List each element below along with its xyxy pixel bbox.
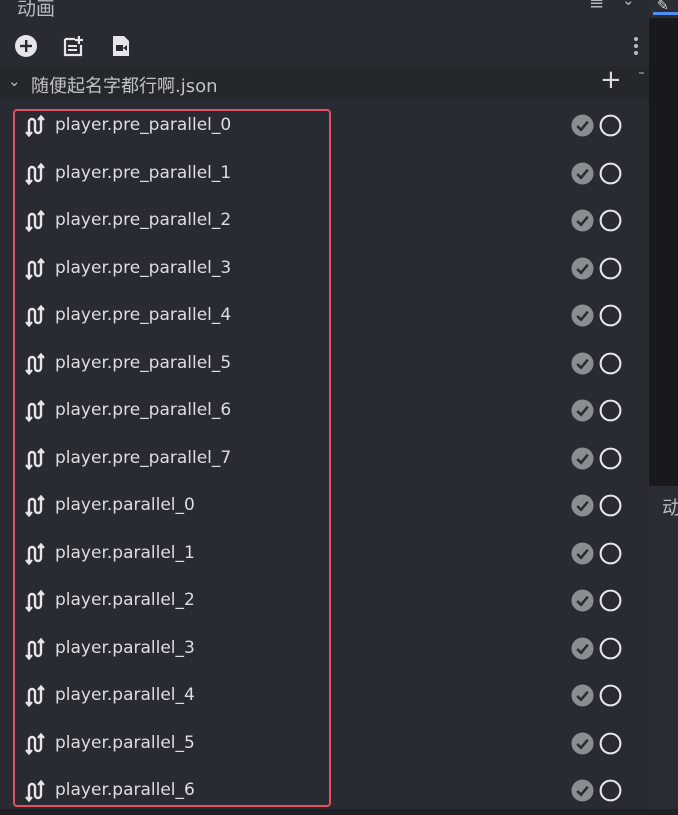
scrollbar[interactable]: [639, 72, 644, 77]
empty-circle-icon[interactable]: [599, 589, 622, 612]
empty-circle-icon[interactable]: [599, 637, 622, 660]
animation-label: player.pre_parallel_7: [55, 447, 232, 468]
animation-label: player.parallel_3: [55, 637, 195, 658]
animation-label: player.parallel_0: [55, 495, 195, 515]
empty-circle-icon[interactable]: [599, 304, 622, 327]
animation-row[interactable]: player.parallel_0: [0, 483, 649, 530]
animation-label: player.parallel_2: [55, 590, 195, 610]
animation-row[interactable]: player.pre_parallel_6: [0, 388, 649, 435]
viewport-area: [649, 18, 678, 486]
check-circle-icon[interactable]: [571, 779, 594, 802]
animation-clip-icon: [25, 542, 45, 565]
empty-circle-icon[interactable]: [599, 779, 622, 802]
check-circle-icon[interactable]: [571, 494, 594, 517]
check-circle-icon[interactable]: [571, 304, 594, 327]
animation-clip-icon: [25, 494, 45, 518]
empty-circle-icon[interactable]: [599, 732, 622, 755]
animation-row[interactable]: player.pre_parallel_0: [0, 103, 649, 150]
check-circle-icon[interactable]: [571, 114, 594, 137]
check-circle-icon[interactable]: [571, 684, 594, 707]
check-circle-icon[interactable]: [571, 589, 594, 612]
check-circle-icon[interactable]: [571, 446, 594, 470]
check-circle-icon[interactable]: [571, 541, 594, 565]
file-name: 随便起名字都行啊.json: [31, 76, 218, 97]
empty-circle-icon[interactable]: [599, 494, 622, 517]
animation-row[interactable]: player.parallel_4: [0, 673, 649, 720]
panel-title: 动画: [17, 0, 56, 20]
empty-circle-icon[interactable]: [599, 209, 622, 232]
brush-icon[interactable]: ✎: [657, 0, 669, 14]
animation-clip-icon: [25, 447, 45, 470]
toolbar: [0, 28, 649, 66]
animation-row[interactable]: player.parallel_2: [0, 578, 649, 625]
chevron-down-icon[interactable]: ⌄: [622, 0, 635, 9]
animation-label: player.parallel_4: [55, 685, 195, 705]
animation-row[interactable]: player.pre_parallel_1: [0, 151, 649, 198]
animation-row[interactable]: player.parallel_1: [0, 531, 649, 578]
video-file-icon[interactable]: [109, 34, 133, 58]
animation-label: player.pre_parallel_3: [55, 257, 232, 278]
animation-label: player.parallel_1: [55, 542, 195, 563]
new-document-icon[interactable]: [61, 34, 85, 58]
animation-clip-icon: [25, 589, 45, 613]
empty-circle-icon[interactable]: [599, 399, 622, 422]
animation-clip-icon: [25, 114, 45, 138]
add-circle-icon[interactable]: [14, 34, 38, 58]
empty-circle-icon[interactable]: [599, 352, 622, 375]
add-animation-button[interactable]: +: [600, 65, 622, 95]
animation-row[interactable]: player.pre_parallel_5: [0, 341, 649, 388]
check-circle-icon[interactable]: [571, 399, 594, 422]
menu-icon[interactable]: ≡: [589, 0, 604, 14]
side-panel-label: 动: [662, 497, 678, 519]
animation-label: player.pre_parallel_0: [55, 115, 232, 135]
check-circle-icon[interactable]: [571, 256, 594, 280]
animation-clip-icon: [25, 732, 45, 755]
animation-row[interactable]: player.parallel_3: [0, 626, 649, 673]
animation-row[interactable]: player.pre_parallel_4: [0, 293, 649, 340]
animation-clip-icon: [25, 162, 45, 185]
animation-clip-icon: [25, 779, 45, 803]
check-circle-icon[interactable]: [571, 636, 594, 660]
animation-label: player.pre_parallel_6: [55, 400, 232, 420]
animation-panel: 动画 ≡ ⌄ ⌄ 随便起名字都行啊.json + player.pre_para…: [0, 0, 649, 809]
animation-label: player.pre_parallel_5: [55, 352, 232, 373]
empty-circle-icon[interactable]: [599, 447, 622, 470]
animation-label: player.pre_parallel_2: [55, 210, 232, 230]
empty-circle-icon[interactable]: [599, 162, 622, 185]
animation-clip-icon: [25, 257, 45, 280]
empty-circle-icon[interactable]: [599, 257, 622, 280]
more-vertical-icon[interactable]: [634, 37, 638, 57]
animation-clip-icon: [25, 399, 45, 423]
check-circle-icon[interactable]: [571, 161, 594, 185]
animation-clip-icon: [25, 352, 45, 375]
animation-clip-icon: [25, 684, 45, 708]
animation-clip-icon: [25, 637, 45, 660]
animation-clip-icon: [25, 304, 45, 328]
animation-row[interactable]: player.pre_parallel_2: [0, 198, 649, 245]
animation-row[interactable]: player.parallel_6: [0, 768, 649, 815]
collapse-chevron-icon[interactable]: ⌄: [8, 72, 21, 90]
animation-row[interactable]: player.parallel_5: [0, 721, 649, 768]
animation-label: player.parallel_5: [55, 732, 195, 753]
animation-label: player.pre_parallel_1: [55, 162, 232, 183]
animation-clip-icon: [25, 209, 45, 233]
file-section-header[interactable]: ⌄ 随便起名字都行啊.json +: [0, 65, 649, 100]
check-circle-icon[interactable]: [571, 731, 594, 755]
check-circle-icon[interactable]: [571, 351, 594, 375]
empty-circle-icon[interactable]: [599, 114, 622, 137]
check-circle-icon[interactable]: [571, 209, 594, 232]
empty-circle-icon[interactable]: [599, 684, 622, 707]
animation-row[interactable]: player.pre_parallel_7: [0, 436, 649, 483]
animation-label: player.pre_parallel_4: [55, 305, 232, 325]
animation-row[interactable]: player.pre_parallel_3: [0, 246, 649, 293]
animation-label: player.parallel_6: [55, 780, 195, 800]
side-panel: ✎ 动: [649, 0, 678, 809]
empty-circle-icon[interactable]: [599, 542, 622, 565]
